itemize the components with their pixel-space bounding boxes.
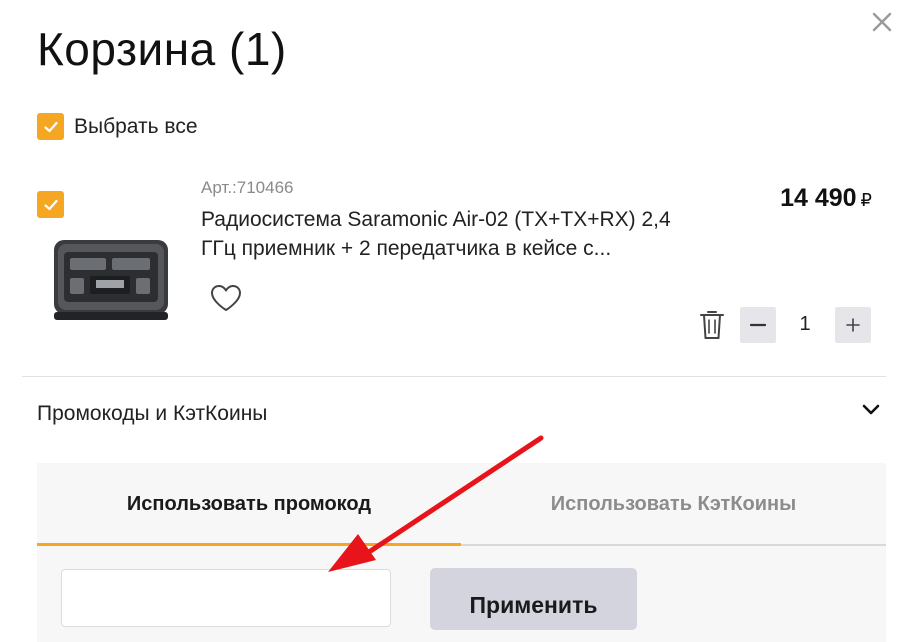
currency-symbol: ₽: [860, 190, 872, 210]
promo-section-header[interactable]: Промокоды и КэтКоины: [37, 402, 267, 426]
trash-icon: [700, 311, 724, 339]
chevron-down-icon: [862, 404, 880, 415]
plus-icon: [846, 318, 860, 332]
tab-use-catcoins[interactable]: Использовать КэтКоины: [461, 463, 886, 545]
increase-quantity-button[interactable]: [835, 307, 871, 343]
select-all-checkbox[interactable]: [37, 113, 64, 140]
active-tab-indicator: [37, 543, 461, 546]
close-button[interactable]: [868, 8, 896, 36]
delete-button[interactable]: [697, 308, 727, 342]
heart-icon: [211, 285, 241, 311]
promo-toggle[interactable]: [860, 401, 882, 419]
tab-use-promocode[interactable]: Использовать промокод: [37, 463, 461, 545]
quantity-value: 1: [799, 313, 811, 335]
close-icon: [872, 12, 892, 32]
apply-button[interactable]: Применить: [430, 568, 637, 630]
select-all-label[interactable]: Выбрать все: [74, 115, 198, 139]
minus-icon: [749, 323, 767, 327]
item-checkbox[interactable]: [37, 191, 64, 218]
product-name[interactable]: Радиосистема Saramonic Air-02 (TX+TX+RX)…: [201, 205, 671, 263]
product-image[interactable]: [50, 228, 172, 338]
checkmark-icon: [43, 199, 58, 210]
page-title: Корзина (1): [37, 23, 287, 75]
product-article: Арт.:710466: [201, 178, 294, 197]
product-price: 14 490 ₽: [700, 184, 872, 213]
checkmark-icon: [43, 121, 58, 132]
favorite-button[interactable]: [209, 283, 243, 313]
divider: [22, 376, 886, 377]
decrease-quantity-button[interactable]: [740, 307, 776, 343]
price-value: 14 490: [780, 184, 857, 212]
promo-code-input[interactable]: [61, 569, 391, 627]
